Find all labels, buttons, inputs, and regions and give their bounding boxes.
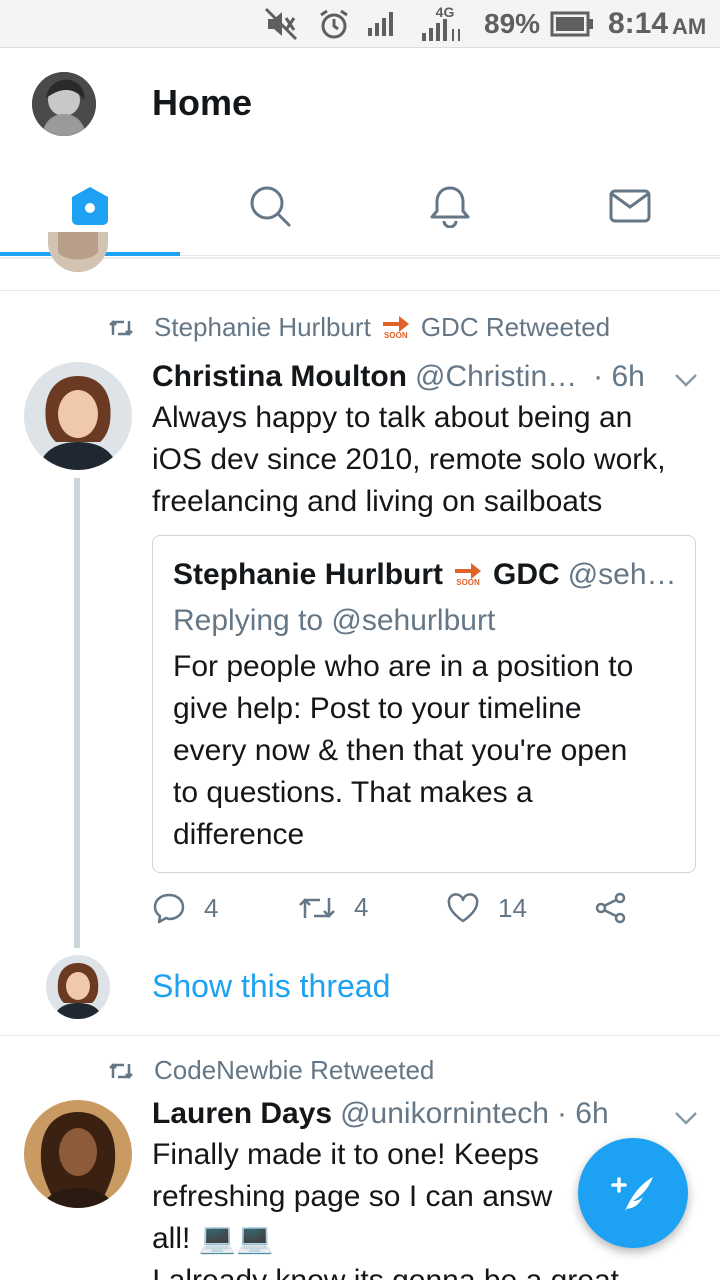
tab-notifications[interactable] xyxy=(360,156,540,256)
network-type: 4G xyxy=(435,4,455,20)
retweet-context: CodeNewbie Retweeted xyxy=(108,1055,434,1086)
author-handle[interactable]: @unikornintech xyxy=(340,1097,549,1131)
retweet-icon xyxy=(108,1060,134,1082)
chevron-down-icon[interactable] xyxy=(674,372,698,393)
status-bar: 4G 89% 8:14 AM xyxy=(0,0,720,48)
mute-icon xyxy=(264,0,298,48)
like-button[interactable]: 14 xyxy=(446,892,527,924)
soon-badge-label: SOON xyxy=(456,578,480,587)
tweet-actions: 4 4 14 xyxy=(152,892,652,936)
tweet-text: Finally made it to one! Keeps refreshing… xyxy=(152,1134,619,1280)
author-handle[interactable]: @Christin… xyxy=(415,360,577,394)
quoted-tweet[interactable]: Stephanie Hurlburt SOON GDC @seh… Replyi… xyxy=(152,535,696,873)
thread-line xyxy=(74,478,80,948)
author-name[interactable]: Lauren Days xyxy=(152,1097,332,1131)
chevron-down-icon[interactable] xyxy=(674,1110,698,1131)
share-button[interactable] xyxy=(594,892,646,924)
quoted-tweet-header: Stephanie Hurlburt SOON GDC @seh… xyxy=(173,558,677,592)
tweet-time: · 6h xyxy=(593,360,645,393)
quoted-text-line: difference xyxy=(173,818,305,851)
soon-badge: SOON xyxy=(455,563,482,587)
author-name[interactable]: Christina Moulton xyxy=(152,360,407,394)
clock: 8:14 AM xyxy=(608,0,706,48)
replying-to: Replying to @sehurlburt xyxy=(173,604,496,637)
retweet-icon xyxy=(299,897,335,918)
arrow-right-icon xyxy=(455,563,482,579)
avatar[interactable] xyxy=(48,232,108,272)
tab-search[interactable] xyxy=(180,156,360,256)
retweeted-by[interactable]: CodeNewbie Retweeted xyxy=(154,1055,434,1086)
tweet-text-line: freelancing and living on sailboats xyxy=(152,485,603,518)
tabs-shadow xyxy=(0,257,720,260)
tweet-text-line: Finally made it to one! Keeps xyxy=(152,1138,539,1171)
clock-time: 8:14 xyxy=(608,7,669,40)
quoted-author-suffix: GDC xyxy=(493,558,560,591)
divider xyxy=(0,1035,720,1036)
retweeted-suffix: GDC Retweeted xyxy=(420,312,611,342)
quoted-text-line: to questions. That makes a xyxy=(173,776,533,809)
quoted-tweet-text: For people who are in a position to give… xyxy=(173,646,683,856)
tab-messages[interactable] xyxy=(540,156,720,256)
retweet-icon xyxy=(108,317,134,339)
retweeted-by[interactable]: Stephanie Hurlburt xyxy=(154,312,371,343)
avatar[interactable] xyxy=(24,1100,132,1208)
mail-icon xyxy=(609,189,651,223)
retweet-count: 4 xyxy=(354,892,369,922)
signal-icon xyxy=(366,0,396,48)
heart-icon xyxy=(447,893,479,923)
quoted-text-line: For people who are in a position to xyxy=(173,650,634,683)
tweet-text-line: Always happy to talk about being an xyxy=(152,401,633,434)
bell-icon xyxy=(430,186,470,228)
clock-ampm: AM xyxy=(672,14,707,39)
profile-avatar[interactable] xyxy=(32,72,96,136)
quoted-text-line: give help: Post to your timeline xyxy=(173,692,582,725)
retweet-button[interactable]: 4 xyxy=(298,892,368,923)
app-header: Home xyxy=(0,48,720,156)
tweet-header: Lauren Days @unikornintech · 6h xyxy=(152,1097,609,1131)
home-icon xyxy=(72,187,108,225)
show-thread-link[interactable]: Show this thread xyxy=(152,968,390,1005)
alarm-icon xyxy=(318,0,350,48)
tweet-text-line: iOS dev since 2010, remote solo work, xyxy=(152,443,666,476)
tweet-time: · 6h xyxy=(556,1097,609,1130)
like-count: 14 xyxy=(498,892,527,923)
soon-badge: SOON xyxy=(382,315,409,340)
search-icon xyxy=(250,186,291,227)
soon-badge-label: SOON xyxy=(384,330,408,340)
avatar[interactable] xyxy=(24,362,132,470)
arrow-right-icon xyxy=(382,315,409,332)
avatar[interactable] xyxy=(46,955,110,1019)
battery-percent: 89% xyxy=(484,8,541,39)
retweet-context: Stephanie Hurlburt SOON GDC Retweeted xyxy=(108,312,610,343)
compose-tweet-button[interactable] xyxy=(578,1138,688,1248)
page-title: Home xyxy=(152,82,253,123)
network-signal: 4G xyxy=(420,0,464,48)
quoted-text-line: every now & then that you're open xyxy=(173,734,628,767)
tweet-text-line: I already know its gonna be a great xyxy=(152,1260,619,1280)
reply-count: 4 xyxy=(204,892,219,923)
reply-icon xyxy=(153,893,185,924)
tab-bar xyxy=(0,156,720,256)
tweet-header: Christina Moulton @Christin… · 6h xyxy=(152,360,645,394)
tweet-text-line: refreshing page so I can answ xyxy=(152,1180,553,1213)
reply-button[interactable]: 4 xyxy=(152,892,218,924)
share-icon xyxy=(595,892,626,924)
compose-feather-icon xyxy=(611,1177,653,1211)
battery-icon xyxy=(550,0,594,48)
tweet-text: Always happy to talk about being an iOS … xyxy=(152,397,666,523)
divider xyxy=(0,290,720,291)
tweet-text-line: all! 💻💻 xyxy=(152,1222,274,1255)
quoted-author-handle: @seh… xyxy=(567,558,677,591)
quoted-author-name: Stephanie Hurlburt xyxy=(173,558,444,591)
